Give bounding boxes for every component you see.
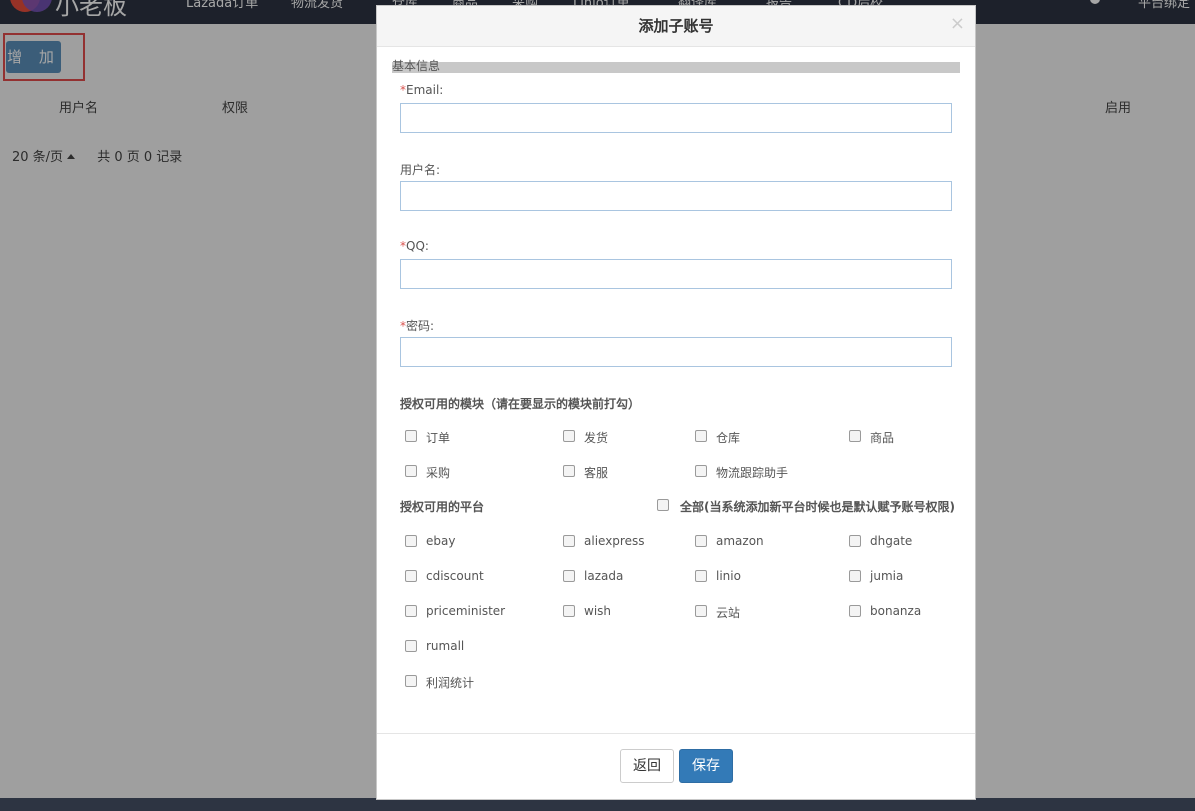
checkbox[interactable] bbox=[405, 430, 417, 442]
email-field[interactable] bbox=[400, 103, 952, 133]
checkbox[interactable] bbox=[563, 430, 575, 442]
save-button[interactable]: 保存 bbox=[679, 749, 733, 783]
dialog-header: 添加子账号 × bbox=[377, 6, 975, 47]
checkbox[interactable] bbox=[405, 675, 417, 687]
checkbox[interactable] bbox=[695, 430, 707, 442]
checkbox[interactable] bbox=[405, 535, 417, 547]
checkbox[interactable] bbox=[849, 570, 861, 582]
dialog-title: 添加子账号 bbox=[638, 17, 714, 35]
checkbox[interactable] bbox=[405, 605, 417, 617]
checkbox[interactable] bbox=[563, 465, 575, 477]
checkbox[interactable] bbox=[405, 465, 417, 477]
email-label: *Email: bbox=[400, 83, 444, 97]
username-label: 用户名: bbox=[400, 163, 441, 177]
checkbox[interactable] bbox=[563, 605, 575, 617]
checkbox[interactable] bbox=[849, 535, 861, 547]
checkbox[interactable] bbox=[695, 570, 707, 582]
close-icon[interactable]: × bbox=[950, 15, 965, 33]
checkbox[interactable] bbox=[563, 570, 575, 582]
checkbox[interactable] bbox=[657, 499, 669, 511]
checkbox[interactable] bbox=[405, 640, 417, 652]
checkbox[interactable] bbox=[563, 535, 575, 547]
checkbox[interactable] bbox=[405, 570, 417, 582]
password-field[interactable] bbox=[400, 337, 952, 367]
checkbox[interactable] bbox=[849, 605, 861, 617]
platforms-title: 授权可用的平台 bbox=[400, 500, 485, 514]
checkbox[interactable] bbox=[695, 535, 707, 547]
section-basic-info: 基本信息 bbox=[392, 59, 441, 73]
username-field[interactable] bbox=[400, 181, 952, 211]
checkbox[interactable] bbox=[695, 465, 707, 477]
qq-field[interactable] bbox=[400, 259, 952, 289]
checkbox[interactable] bbox=[849, 430, 861, 442]
password-label: *密码: bbox=[400, 319, 435, 333]
checkbox[interactable] bbox=[695, 605, 707, 617]
modules-title: 授权可用的模块（请在要显示的模块前打勾） bbox=[400, 397, 641, 411]
dialog-footer-divider bbox=[377, 733, 975, 734]
qq-label: *QQ: bbox=[400, 239, 429, 253]
add-sub-account-dialog: 添加子账号 × 基本信息 *Email: 用户名: *QQ: *密码: 授权可用… bbox=[376, 5, 976, 800]
section-divider bbox=[392, 62, 960, 73]
back-button[interactable]: 返回 bbox=[620, 749, 674, 783]
